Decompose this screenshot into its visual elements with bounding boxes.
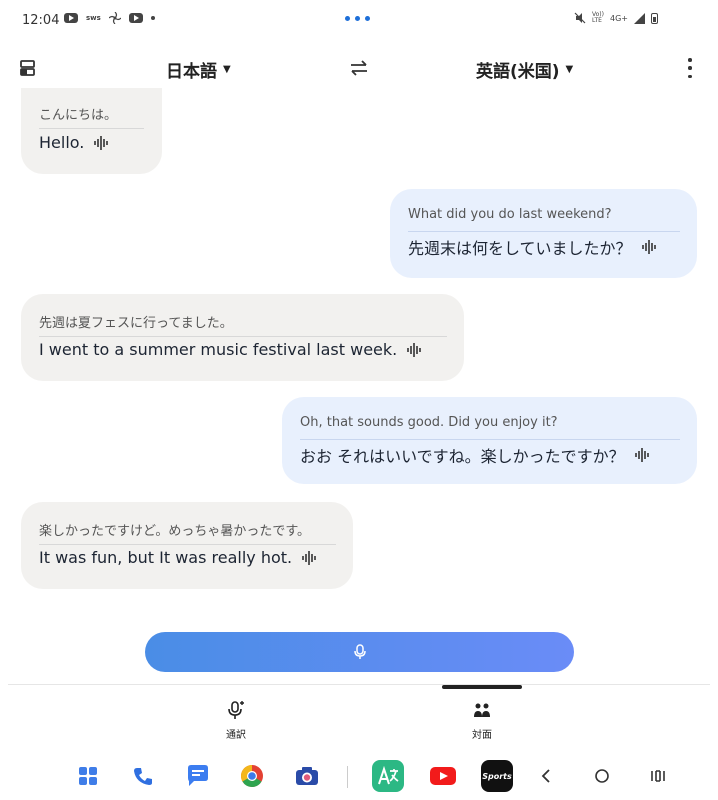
translate-app-icon[interactable] <box>372 760 404 792</box>
drag-handle[interactable] <box>442 685 522 689</box>
play-audio-icon[interactable] <box>634 448 651 462</box>
youtube-icon[interactable] <box>427 760 459 792</box>
battery-icon <box>651 12 658 24</box>
target-language-selector[interactable]: 英語(米国) ▼ <box>476 57 573 82</box>
message-bubble: 先週は夏フェスに行ってました。 I went to a summer music… <box>21 294 464 381</box>
bubble-divider <box>300 439 680 440</box>
play-audio-icon[interactable] <box>641 240 658 254</box>
original-text: 楽しかったですけど。めっちゃ暑かったです。 <box>39 524 311 539</box>
translated-text: I went to a summer music festival last w… <box>39 340 398 359</box>
translator-toolbar: 日本語 ▼ 英語(米国) ▼ <box>0 48 718 88</box>
phone-icon[interactable] <box>127 760 159 792</box>
more-notifications-dot <box>150 16 155 20</box>
original-text: Oh, that sounds good. Did you enjoy it? <box>300 415 558 430</box>
play-audio-icon[interactable] <box>407 342 423 357</box>
bubble-divider <box>39 544 336 545</box>
translated-text: おお それはいいですね。楽しかったですか？ <box>300 447 625 466</box>
chevron-down-icon: ▼ <box>565 64 574 75</box>
messages-icon[interactable] <box>182 760 214 792</box>
more-options-icon[interactable] <box>686 58 694 78</box>
camera-icon[interactable] <box>291 760 323 792</box>
original-text: What did you do last weekend? <box>408 207 612 222</box>
message-bubble: Oh, that sounds good. Did you enjoy it? … <box>282 397 697 484</box>
sports-app-label: Sports <box>482 771 512 781</box>
youtube-notification-icon <box>128 13 143 23</box>
translated-text-row: Hello. <box>39 133 110 152</box>
translated-text: Hello. <box>39 133 85 152</box>
swap-languages-icon[interactable] <box>349 58 369 78</box>
chrome-icon[interactable] <box>236 760 268 792</box>
split-screen-icon[interactable] <box>18 58 38 78</box>
volte-icon: Vo)) LTE <box>592 11 604 24</box>
mode-interpret[interactable]: 通訳 <box>206 700 266 741</box>
status-time: 12:04 <box>22 13 60 28</box>
translated-text-row: It was fun, but It was really hot. <box>39 548 318 567</box>
back-icon[interactable] <box>530 760 562 792</box>
translated-text-row: おお それはいいですね。楽しかったですか？ <box>300 443 651 467</box>
microphone-sparkle-icon <box>228 701 244 719</box>
home-icon[interactable] <box>586 760 618 792</box>
more-indicator-dots[interactable] <box>345 16 370 21</box>
mute-icon <box>574 12 586 24</box>
message-bubble: こんにちは。 Hello. <box>21 88 162 174</box>
two-people-icon <box>474 703 490 717</box>
status-notification-icons: sws <box>64 12 155 24</box>
status-right-icons: Vo)) LTE 4G+ <box>574 12 658 24</box>
microphone-icon <box>353 644 366 659</box>
mode-face-to-face-label: 対面 <box>472 730 492 741</box>
original-text: 先週は夏フェスに行ってました。 <box>39 316 233 331</box>
original-text: こんにちは。 <box>39 108 118 123</box>
bubble-divider <box>39 336 447 337</box>
message-bubble: What did you do last weekend? 先週末は何をしていま… <box>390 189 697 278</box>
nav-divider <box>8 684 710 685</box>
pinwheel-icon <box>108 12 121 24</box>
chevron-down-icon: ▼ <box>223 64 231 75</box>
signal-icon <box>634 12 645 24</box>
bubble-divider <box>39 128 144 129</box>
play-audio-icon[interactable] <box>94 135 110 150</box>
sports-app-icon[interactable]: Sports <box>481 760 513 792</box>
target-language-label: 英語(米国) <box>476 62 560 82</box>
apps-grid-icon[interactable] <box>72 760 104 792</box>
notification-text-icon: sws <box>86 14 101 22</box>
message-bubble: 楽しかったですけど。めっちゃ暑かったです。 It was fun, but It… <box>21 502 353 589</box>
mode-interpret-label: 通訳 <box>226 730 246 741</box>
translated-text-row: I went to a summer music festival last w… <box>39 340 423 359</box>
source-language-label: 日本語 <box>166 62 217 82</box>
play-audio-icon[interactable] <box>302 550 318 565</box>
bubble-divider <box>408 231 680 232</box>
translated-text-row: 先週末は何をしていましたか？ <box>408 235 658 259</box>
translated-text: It was fun, but It was really hot. <box>39 548 293 567</box>
dock-separator <box>347 766 348 788</box>
network-type: 4G+ <box>610 13 628 23</box>
recent-apps-icon[interactable] <box>642 760 674 792</box>
translated-text: 先週末は何をしていましたか？ <box>408 239 632 258</box>
taskbar-dock: Sports <box>0 760 718 792</box>
microphone-button[interactable] <box>145 632 574 672</box>
status-bar: 12:04 sws Vo)) LTE 4G+ <box>0 0 718 40</box>
source-language-selector[interactable]: 日本語 ▼ <box>166 57 231 82</box>
mode-face-to-face[interactable]: 対面 <box>452 700 512 741</box>
youtube-notification-icon <box>64 13 78 23</box>
